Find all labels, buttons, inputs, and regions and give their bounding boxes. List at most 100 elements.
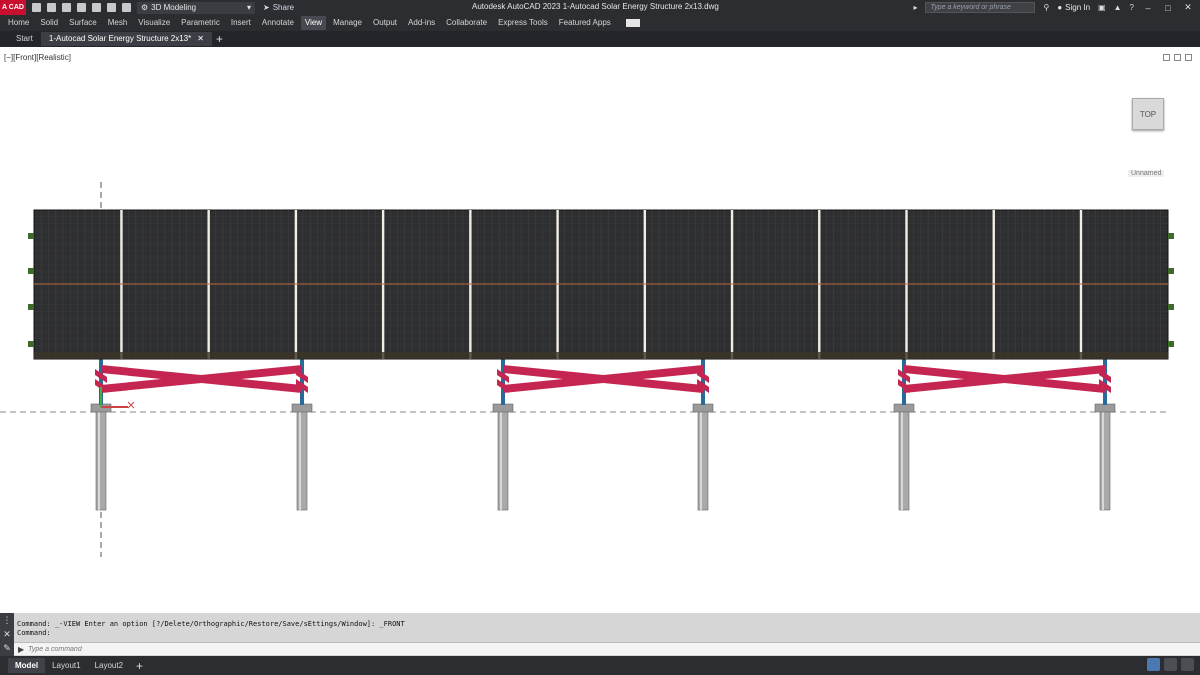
file-tabs: Start 1-Autocad Solar Energy Structure 2… (0, 31, 1200, 47)
send-icon: ➤ (263, 3, 270, 12)
ribbon-tab[interactable]: Mesh (104, 16, 132, 30)
search-placeholder: Type a keyword or phrase (930, 4, 1011, 11)
ribbon-tab[interactable]: Express Tools (494, 16, 552, 30)
command-history: Command: _-VIEW Enter an option [?/Delet… (17, 620, 405, 638)
save-as-icon[interactable] (77, 3, 86, 12)
solar-structure-model (0, 182, 1174, 557)
viewport-close-icon[interactable] (1185, 54, 1192, 61)
new-tab-icon[interactable]: + (216, 32, 223, 46)
customization-icon[interactable] (1181, 658, 1194, 671)
layout-tabs-bar: Model Layout1 Layout2 + (0, 656, 1200, 675)
ribbon-tab[interactable]: Surface (65, 16, 101, 30)
command-line-handle[interactable]: ⋮ ✕ ✎ (0, 613, 14, 656)
post-cap-plate (893, 403, 915, 413)
ribbon-tab[interactable]: Parametric (177, 16, 224, 30)
end-clamp (1168, 233, 1174, 239)
foundation-post (898, 408, 910, 511)
maximize-icon[interactable]: □ (1162, 3, 1174, 13)
ribbon-tab[interactable]: Annotate (258, 16, 298, 30)
close-icon[interactable]: ✕ (1182, 2, 1194, 13)
viewport-restore-icon[interactable] (1174, 54, 1181, 61)
new-file-icon[interactable] (32, 3, 41, 12)
viewport-controls-label[interactable]: [−][Front][Realistic] (4, 53, 71, 62)
ribbon-tab[interactable]: Add-ins (404, 16, 439, 30)
post-highlight (500, 409, 502, 510)
share-label: Share (272, 3, 295, 12)
plot-icon[interactable] (92, 3, 101, 12)
sign-in-label: Sign In (1065, 3, 1091, 12)
window-title: Autodesk AutoCAD 2023 1-Autocad Solar En… (472, 2, 719, 11)
ribbon-tab[interactable]: Solid (36, 16, 62, 30)
post-highlight (1102, 409, 1104, 510)
tab-start[interactable]: Start (8, 32, 41, 46)
end-clamp (28, 233, 34, 239)
viewport-minimize-icon[interactable] (1163, 54, 1170, 61)
command-prompt-icon[interactable]: ▶ (18, 645, 24, 654)
ribbon-tab[interactable]: Collaborate (442, 16, 491, 30)
workspace-dropdown[interactable]: ⚙ 3D Modeling ▾ (137, 1, 255, 14)
drawing-tab-label: 1-Autocad Solar Energy Structure 2x13* (48, 34, 192, 43)
post-highlight (299, 409, 301, 510)
title-bar: A CAD ⚙ 3D Modeling ▾ ➤ Share Autodesk A… (0, 0, 1200, 15)
tab-drawing[interactable]: 1-Autocad Solar Energy Structure 2x13* ✕ (40, 32, 212, 46)
ucs-menu[interactable]: Unnamed (1128, 170, 1165, 177)
minimize-icon[interactable]: – (1142, 3, 1154, 13)
ribbon-tab[interactable]: Home (4, 16, 33, 30)
binoculars-icon: ▸ (913, 3, 918, 12)
ribbon-tabs: Home Solid Surface Mesh Visualize Parametric I… (0, 15, 1200, 31)
undo-icon[interactable] (107, 3, 116, 12)
foundation-post (697, 408, 709, 511)
layout-tab[interactable]: Layout2 (88, 658, 130, 673)
command-history-line: Command: _-VIEW Enter an option [?/Delet… (17, 620, 405, 628)
ribbon-tab[interactable]: Visualize (134, 16, 174, 30)
redo-icon[interactable] (122, 3, 131, 12)
ribbon-tab[interactable]: Featured Apps (555, 16, 615, 30)
status-toggles (1147, 658, 1194, 671)
search-input[interactable]: Type a keyword or phrase (925, 2, 1036, 13)
add-layout-icon[interactable]: + (136, 659, 143, 673)
ribbon-tab[interactable]: Manage (329, 16, 366, 30)
end-clamp (1168, 341, 1174, 347)
layout-tab[interactable]: Layout1 (45, 658, 87, 673)
save-icon[interactable] (62, 3, 71, 12)
app-logo[interactable]: A CAD (0, 0, 26, 15)
post-cap-plate (291, 403, 313, 413)
drawing-viewport[interactable]: [−][Front][Realistic] TOP Unnamed (0, 47, 1200, 613)
foundation-post (296, 408, 308, 511)
command-history-line: Command: (17, 629, 51, 637)
post-highlight (98, 409, 100, 510)
end-clamp (28, 268, 34, 274)
grid-icon[interactable] (1164, 658, 1177, 671)
model-space-icon[interactable] (1147, 658, 1160, 671)
search-icon[interactable]: ⚲ (1043, 3, 1049, 12)
viewport-window-controls (1163, 54, 1192, 61)
close-command-icon[interactable]: ✕ (0, 627, 14, 641)
end-clamp (28, 304, 34, 310)
end-clamp (1168, 268, 1174, 274)
share-button[interactable]: ➤ Share (263, 3, 294, 12)
foundation-post (497, 408, 509, 511)
post-cap-plate (1094, 403, 1116, 413)
ribbon-minimize-toggle[interactable] (625, 19, 640, 27)
autodesk-app-icon[interactable]: ▲ (1114, 3, 1122, 12)
workspace-label: 3D Modeling (151, 3, 197, 12)
sign-in-button[interactable]: ● Sign In (1057, 3, 1090, 12)
post-cap-plate (692, 403, 714, 413)
command-line: ⋮ ✕ ✎ Command: _-VIEW Enter an option [?… (0, 613, 1200, 656)
user-icon: ● (1057, 3, 1063, 12)
ribbon-tab[interactable]: Output (369, 16, 401, 30)
cart-icon[interactable]: ▣ (1098, 3, 1106, 12)
customize-icon[interactable]: ✎ (0, 641, 14, 655)
layout-tab[interactable]: Model (8, 658, 46, 673)
grip-icon[interactable]: ⋮ (0, 613, 14, 627)
open-file-icon[interactable] (47, 3, 56, 12)
layout-tabs: Model Layout1 Layout2 (8, 658, 130, 673)
post-cap-plate (492, 403, 514, 413)
command-input[interactable] (28, 645, 429, 653)
help-icon[interactable]: ? (1130, 3, 1134, 12)
close-tab-icon[interactable]: ✕ (197, 32, 204, 46)
viewcube[interactable]: TOP (1132, 98, 1164, 130)
post-highlight (901, 409, 903, 510)
ribbon-tab[interactable]: Insert (227, 16, 255, 30)
ribbon-tab[interactable]: View (300, 16, 327, 30)
